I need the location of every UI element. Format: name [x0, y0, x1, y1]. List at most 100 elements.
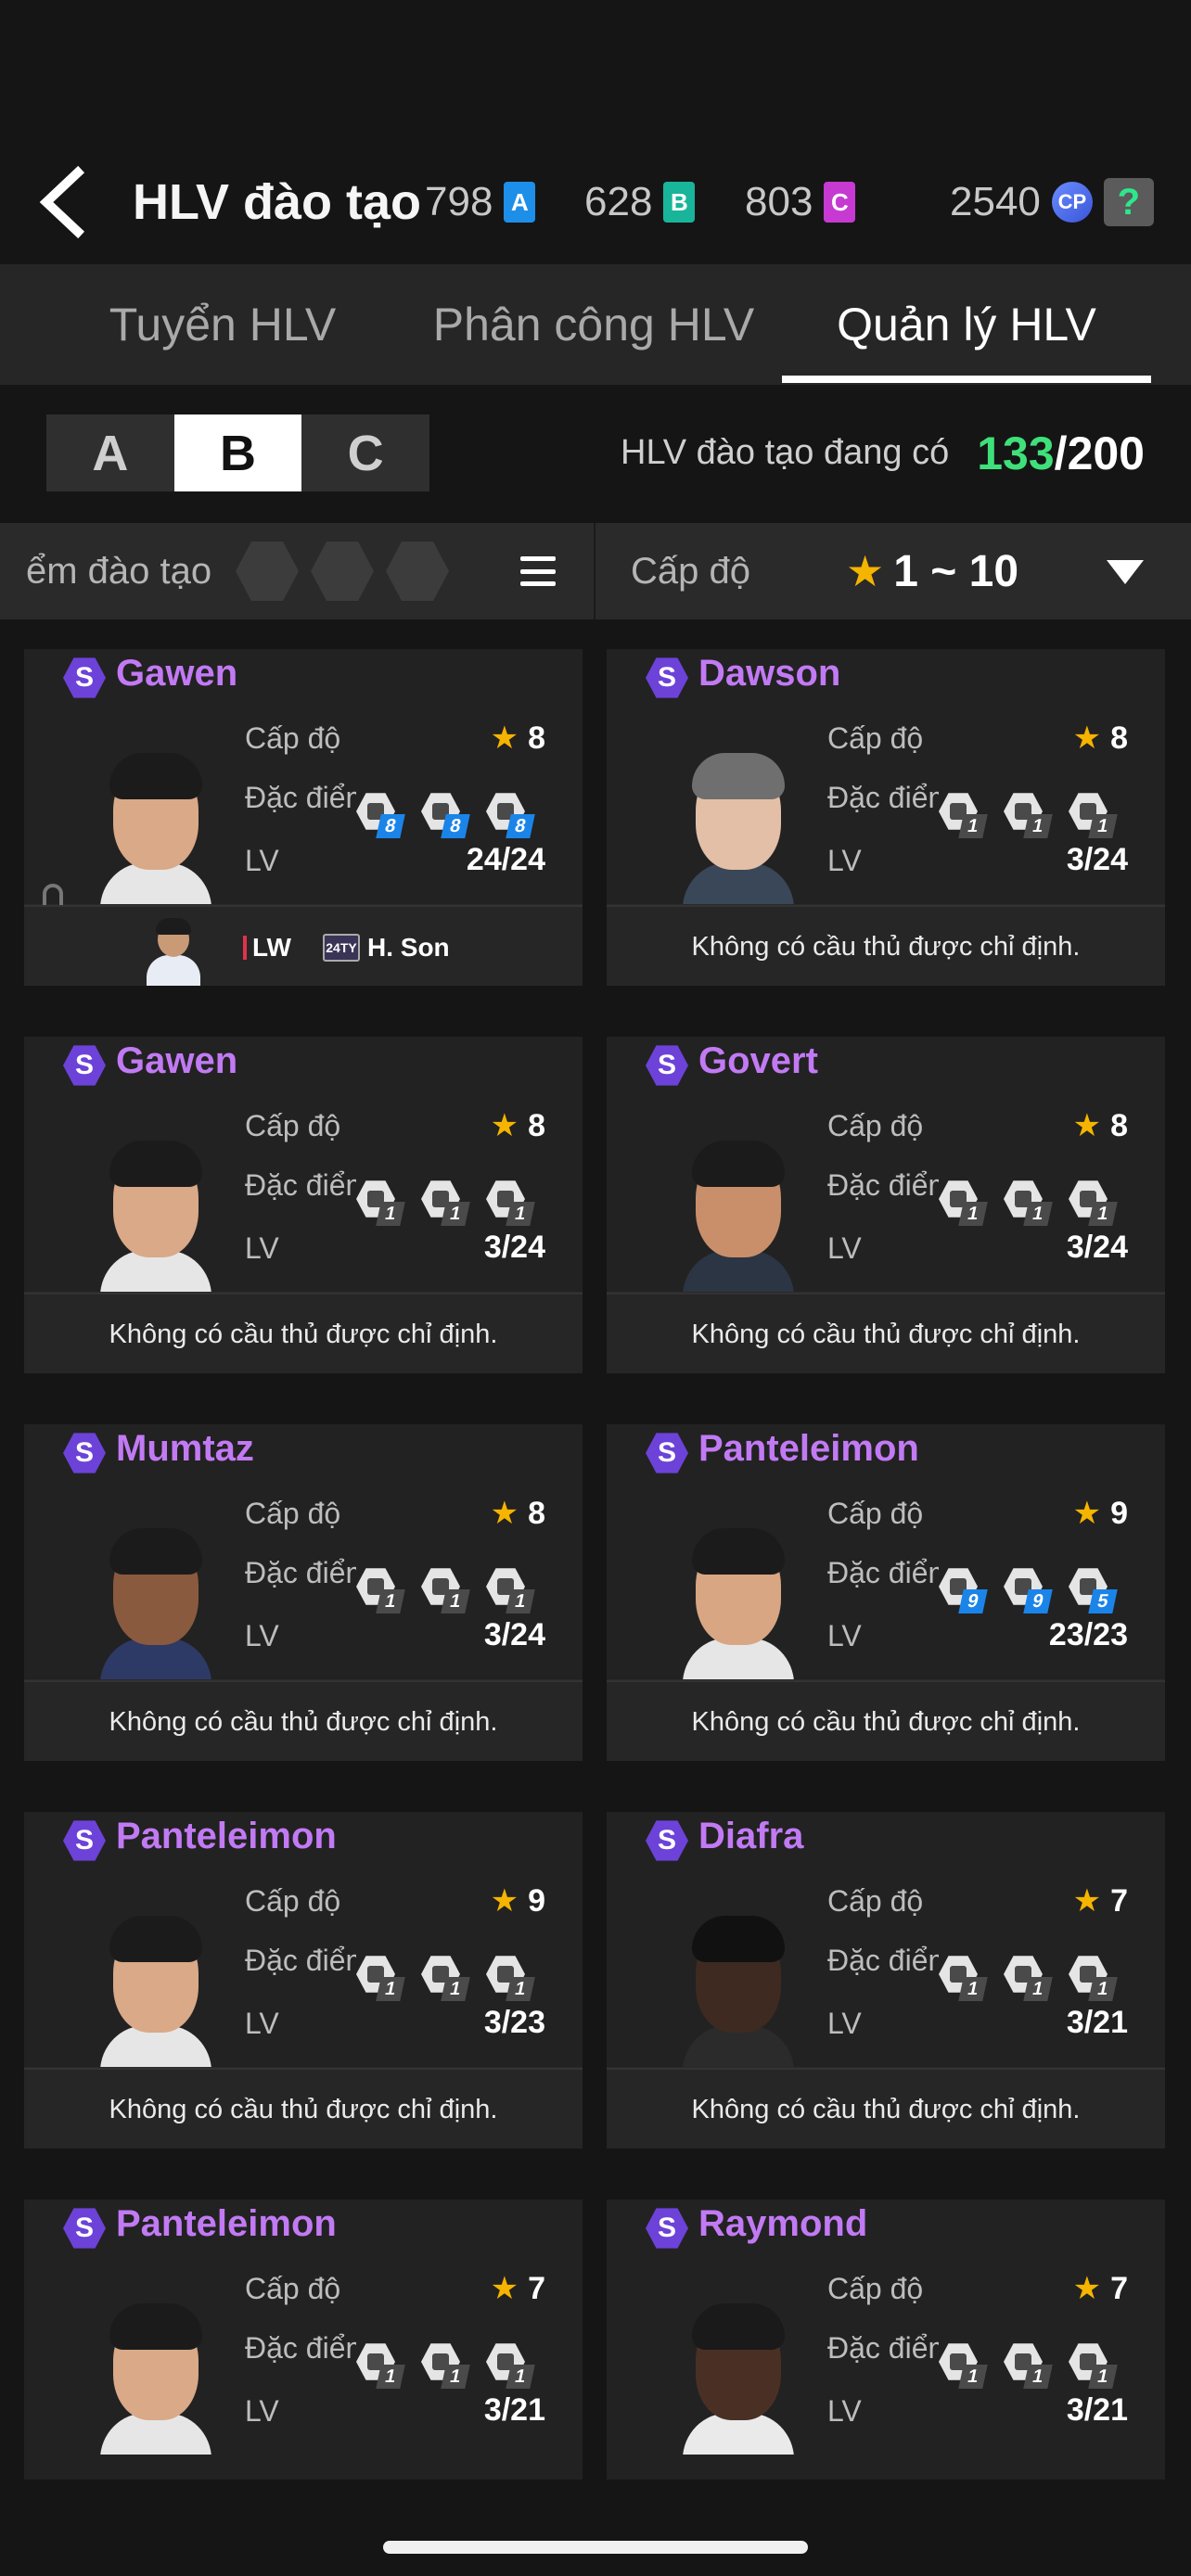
coach-card[interactable]: SGawen Cấp độ★8Đặc điểm 8 8	[24, 649, 583, 986]
coach-name: Dawson	[698, 653, 841, 694]
coach-name: Panteleimon	[116, 2203, 337, 2244]
trait-item[interactable]: 1	[356, 1176, 406, 1228]
trait-item[interactable]: 1	[939, 1176, 989, 1228]
tab-recruit-coach[interactable]: Tuyển HLV	[74, 264, 371, 385]
coach-level-value: 8	[1110, 1108, 1128, 1143]
coach-card-info: SPanteleimon Cấp độ ★9 Đặc điểm 1 1	[24, 1812, 583, 2067]
trait-item[interactable]: 1	[1069, 2339, 1119, 2391]
trait-item[interactable]: 1	[421, 1176, 471, 1228]
lv-label: LV	[827, 844, 862, 877]
assigned-player[interactable]: LW 24TY H. Son	[24, 905, 583, 986]
no-player-assigned: Không có cầu thủ được chỉ định.	[24, 1293, 583, 1373]
coach-level: ★ 8	[491, 1495, 545, 1532]
trait-item[interactable]: 1	[356, 2339, 406, 2391]
coach-card[interactable]: SPanteleimon Cấp độ★9Đặc điểm 9 9	[607, 1424, 1165, 1761]
coach-card[interactable]: SGawen Cấp độ★8Đặc điểm 1 1	[24, 1037, 583, 1373]
trait-list: 1 1 1	[939, 788, 1133, 844]
trait-item[interactable]: 8	[356, 788, 406, 840]
trait-item[interactable]: 9	[939, 1563, 989, 1615]
trait-item[interactable]: 9	[1004, 1563, 1054, 1615]
coach-level-value: 9	[1110, 1496, 1128, 1531]
trait-item[interactable]: 5	[1069, 1563, 1119, 1615]
trait-item[interactable]: 1	[939, 788, 989, 840]
level-label: Cấp độ	[245, 1884, 341, 1918]
trait-item[interactable]: 1	[1069, 788, 1119, 840]
level-filter-label: Cấp độ	[631, 550, 750, 592]
trait-item[interactable]: 1	[356, 1951, 406, 2003]
coach-card[interactable]: SPanteleimon Cấp độ★7Đặc điểm 1 1	[24, 2200, 583, 2480]
trait-level: 1	[1088, 814, 1118, 838]
grade-tab-a[interactable]: A	[46, 414, 174, 491]
coach-card-info: SMumtaz Cấp độ★8Đặc điểm 1 1	[24, 1424, 583, 1679]
ticket-c-icon: C	[824, 182, 856, 223]
trait-item[interactable]: 8	[486, 788, 536, 840]
trait-item[interactable]: 1	[421, 1951, 471, 2003]
trait-item[interactable]: 1	[486, 1951, 536, 2003]
coach-level-value: 9	[528, 1883, 545, 1919]
coach-portrait	[100, 1139, 211, 1292]
trait-item[interactable]: 8	[421, 788, 471, 840]
coach-card[interactable]: SRaymond Cấp độ ★7 Đặc điểm 1 1	[607, 2200, 1165, 2480]
trait-item[interactable]: 1	[356, 1563, 406, 1615]
trait-slot-icon	[236, 542, 299, 601]
help-button[interactable]: ?	[1103, 178, 1154, 226]
coach-card-info: SPanteleimon Cấp độ★7Đặc điểm 1 1	[24, 2200, 583, 2480]
coach-lv: 23/23	[1048, 1617, 1128, 1652]
back-button[interactable]	[37, 165, 93, 239]
star-icon: ★	[1072, 2271, 1102, 2306]
tab-manage-coach[interactable]: Quản lý HLV	[782, 264, 1151, 385]
coach-level-value: 8	[1110, 721, 1128, 756]
trait-level: 1	[376, 1589, 405, 1613]
grade-s-icon: S	[646, 1433, 688, 1473]
lv-label: LV	[245, 1231, 279, 1265]
player-position: LW	[252, 932, 291, 962]
trait-item[interactable]: 1	[421, 1563, 471, 1615]
trait-item[interactable]: 1	[939, 2339, 989, 2391]
trait-item[interactable]: 1	[486, 1176, 536, 1228]
coach-lv: 24/24	[466, 842, 545, 877]
level-label: Cấp độ	[827, 2272, 924, 2305]
coach-name: Diafra	[698, 1816, 804, 1856]
trait-filter[interactable]: ểm đào tạo	[0, 523, 594, 619]
coach-card[interactable]: SDiafra Cấp độ ★7 Đặc điểm 1 1	[607, 1812, 1165, 2149]
trait-item[interactable]: 1	[1004, 1176, 1054, 1228]
player-name: H. Son	[367, 932, 450, 962]
player-portrait	[143, 916, 204, 986]
tab-assign-coach[interactable]: Phân công HLV	[433, 264, 755, 385]
trait-level: 8	[441, 814, 470, 838]
trait-item[interactable]: 1	[1069, 1951, 1119, 2003]
coach-card-info: SRaymond Cấp độ ★7 Đặc điểm 1 1	[607, 2200, 1165, 2480]
coach-card[interactable]: SPanteleimon Cấp độ ★9 Đặc điểm 1 1	[24, 1812, 583, 2149]
grade-tab-b[interactable]: B	[173, 414, 302, 491]
coach-level-value: 7	[1110, 2271, 1128, 2306]
trait-item[interactable]: 1	[421, 2339, 471, 2391]
trait-item[interactable]: 1	[1004, 1951, 1054, 2003]
grade-tab-c[interactable]: C	[301, 414, 430, 491]
trait-item[interactable]: 1	[1004, 788, 1054, 840]
level-range: ★ 1 ~ 10	[846, 523, 1018, 619]
traits-label: Đặc điểm	[827, 781, 939, 814]
trait-item[interactable]: 1	[486, 1563, 536, 1615]
coach-card[interactable]: SDawson Cấp độ ★8 Đặc điểm 1 1	[607, 649, 1165, 986]
trait-level: 9	[1023, 1589, 1053, 1613]
coach-portrait	[683, 751, 794, 904]
coach-card-info: SGovert Cấp độ ★8 Đặc điểm 1 1	[607, 1037, 1165, 1292]
grade-selector: A B C	[46, 414, 430, 491]
trait-item[interactable]: 1	[939, 1951, 989, 2003]
coach-name: Gawen	[116, 1040, 238, 1081]
trait-item[interactable]: 1	[1069, 1176, 1119, 1228]
star-icon: ★	[1072, 721, 1102, 756]
traits-label: Đặc điểm	[245, 1944, 356, 1977]
star-icon: ★	[1072, 1108, 1102, 1143]
trait-item[interactable]: 1	[486, 2339, 536, 2391]
level-label: Cấp độ	[245, 721, 341, 755]
coach-card[interactable]: SGovert Cấp độ ★8 Đặc điểm 1 1	[607, 1037, 1165, 1373]
coach-card[interactable]: SMumtaz Cấp độ★8Đặc điểm 1 1	[24, 1424, 583, 1761]
lv-label: LV	[245, 2394, 279, 2428]
coach-level: ★ 7	[491, 2270, 545, 2307]
dropdown-arrow-icon	[1107, 560, 1144, 584]
trait-item[interactable]: 1	[1004, 2339, 1054, 2391]
traits-label: Đặc điểm	[827, 2331, 939, 2365]
coach-level-value: 8	[528, 1108, 545, 1143]
coach-level-value: 7	[528, 2271, 545, 2306]
